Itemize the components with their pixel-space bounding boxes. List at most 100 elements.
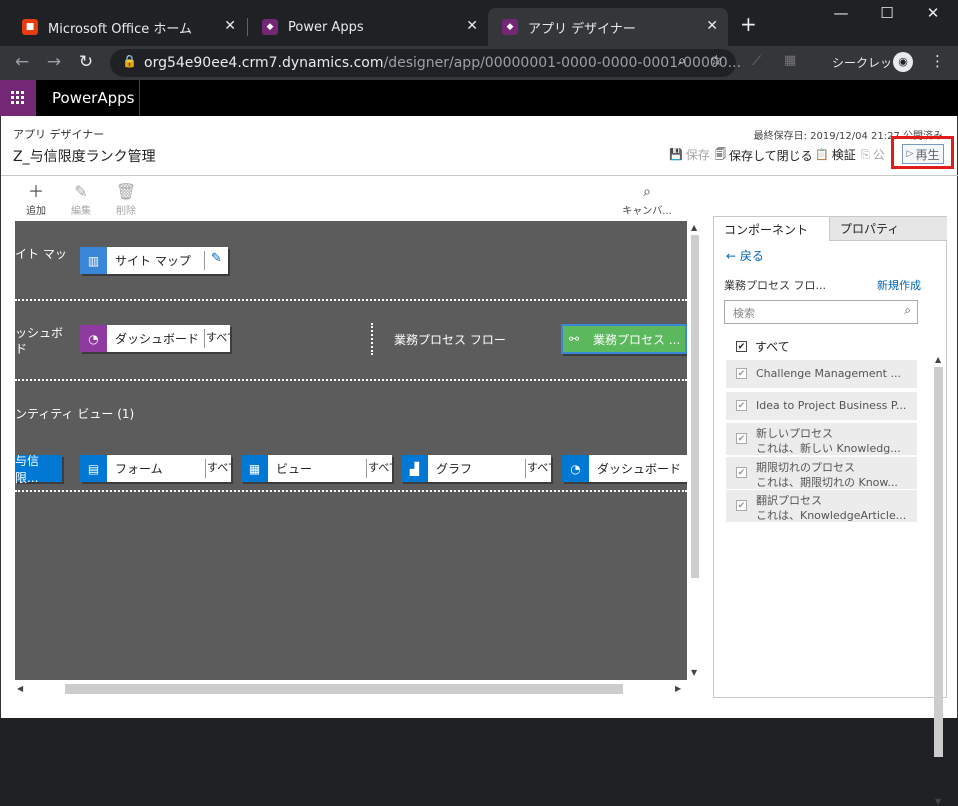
- scroll-left-icon[interactable]: ◀: [17, 684, 23, 693]
- browser-tab-office[interactable]: ■ Microsoft Office ホーム ✕: [8, 8, 246, 46]
- list-item[interactable]: ✔ Idea to Project Business P...: [726, 392, 917, 420]
- zoom-search-icon[interactable]: ⌕: [678, 53, 686, 69]
- form-all-label[interactable]: すべて: [205, 459, 231, 478]
- minimize-icon[interactable]: —: [818, 4, 864, 22]
- dashboard-tile-2-label: ダッシュボード: [597, 462, 682, 476]
- scrollbar-thumb[interactable]: [934, 367, 943, 757]
- edit-label: 編集: [71, 206, 91, 217]
- tab-label: Power Apps: [288, 19, 364, 35]
- menu-dots-icon[interactable]: ⋮: [930, 52, 945, 70]
- form-tile[interactable]: ▤ フォーム すべて: [80, 455, 231, 482]
- highlight-box: [891, 136, 954, 169]
- new-link[interactable]: 新規作成: [877, 277, 921, 293]
- list-item[interactable]: ✔ 期限切れのプロセス これは、期限切れの Know...: [726, 457, 917, 489]
- dashboard-row-label: ッシュボ: [15, 326, 64, 340]
- bookmark-star-icon[interactable]: ☆: [710, 53, 723, 69]
- designer-canvas[interactable]: イト マッ ▥ サイト マップ ✎ ッシュボ ド ◔ ダッシュボード すべて 業…: [15, 221, 687, 680]
- view-tile-label: ビュー: [276, 462, 313, 476]
- maximize-icon[interactable]: ☐: [864, 4, 910, 22]
- browser-tab-app-designer[interactable]: ◆ アプリ デザイナー ✕: [488, 8, 728, 46]
- header-divider-line: [1, 175, 958, 176]
- scroll-down-icon[interactable]: ▼: [935, 797, 941, 806]
- publish-button[interactable]: ⎘ 公: [861, 146, 885, 163]
- powerapps-icon: ◆: [262, 19, 278, 35]
- canvas-vertical-scrollbar[interactable]: ▲ ▼: [689, 221, 701, 680]
- new-tab-icon[interactable]: +: [740, 12, 757, 36]
- canvas-horizontal-scrollbar[interactable]: ◀ ▶: [15, 680, 687, 696]
- scroll-right-icon[interactable]: ▶: [675, 684, 681, 693]
- forward-arrow-icon[interactable]: →: [42, 52, 66, 72]
- bpf-tile[interactable]: ⚯ 業務プロセス ...: [561, 324, 687, 354]
- search-input[interactable]: 検索 ⌕: [724, 300, 918, 324]
- scrollbar-thumb[interactable]: [691, 235, 699, 578]
- checkbox-checked-icon: ✔: [736, 433, 747, 444]
- url-path: /designer/app/00000001-0000-0000-0001-00…: [383, 55, 742, 71]
- reload-icon[interactable]: ↻: [74, 52, 98, 72]
- canvas-label: キャンバ...: [622, 206, 672, 217]
- select-all-label: すべて: [755, 340, 790, 354]
- close-icon[interactable]: ✕: [706, 18, 718, 34]
- grid-icon: ▦: [241, 455, 268, 482]
- scrollbar-thumb[interactable]: [65, 684, 623, 694]
- view-tile[interactable]: ▦ ビュー すべて: [241, 455, 392, 482]
- view-all-label[interactable]: すべて: [366, 459, 392, 478]
- dashboard-row-label-2: ド: [15, 342, 28, 356]
- validate-button[interactable]: 📋 検証: [815, 146, 856, 163]
- extension-grid-icon[interactable]: ▦: [784, 53, 796, 68]
- save-button[interactable]: 💾 保存: [669, 146, 710, 163]
- window-close-icon[interactable]: ✕: [910, 4, 956, 22]
- incognito-icon[interactable]: ◉: [893, 52, 913, 72]
- page-title: Z_与信限度ランク管理: [13, 149, 156, 165]
- tab-properties[interactable]: プロパティ: [830, 217, 947, 241]
- entity-tile[interactable]: 与信限...: [15, 454, 62, 485]
- chart-tile-label: グラフ: [436, 462, 473, 476]
- select-all-checkbox[interactable]: ✔ すべて: [736, 338, 790, 355]
- sitemap-row-label: イト マッ: [15, 247, 67, 261]
- app-designer: アプリ デザイナー Z_与信限度ランク管理 最終保存日: 2019/12/04 …: [0, 116, 958, 806]
- waffle-icon: [11, 91, 24, 104]
- tab-label: アプリ デザイナー: [528, 21, 636, 37]
- back-link[interactable]: ← 戻る: [726, 247, 764, 264]
- entity-row-label: ンティティ ビュー (1): [15, 407, 135, 421]
- scroll-down-icon[interactable]: ▼: [691, 668, 697, 677]
- chart-tile[interactable]: ▟ グラフ すべて: [401, 455, 551, 482]
- list-item-title: 期限切れのプロセス: [756, 461, 855, 474]
- powerapps-icon: ◆: [502, 19, 518, 35]
- address-bar[interactable]: 🔒 org54e90ee4.crm7.dynamics.com/designer…: [110, 49, 741, 77]
- list-item-title: 新しいプロセス: [756, 427, 833, 440]
- list-item[interactable]: ✔ Challenge Management ...: [726, 360, 917, 388]
- search-icon[interactable]: ⌕: [904, 303, 911, 318]
- plus-icon: ＋: [27, 182, 44, 201]
- sitemap-tile[interactable]: ▥ サイト マップ ✎: [80, 247, 228, 274]
- url-host: org54e90ee4.crm7.dynamics.com: [144, 55, 384, 71]
- tab-components[interactable]: コンポーネント: [714, 217, 830, 241]
- dashboard-tile[interactable]: ◔ ダッシュボード すべて: [80, 325, 230, 352]
- delete-button[interactable]: 🗑 削除: [104, 182, 148, 217]
- browser-tab-bar: ■ Microsoft Office ホーム ✕ ◆ Power Apps ✕ …: [0, 0, 958, 46]
- dashboard-all-label[interactable]: すべて: [204, 329, 230, 348]
- save-close-button[interactable]: 🗐 保存して閉じる: [715, 146, 813, 165]
- row-divider: [15, 299, 687, 301]
- list-item[interactable]: ✔ 翻訳プロセス これは、KnowledgeArticle...: [726, 490, 917, 522]
- close-icon[interactable]: ✕: [466, 18, 478, 34]
- scroll-up-icon[interactable]: ▲: [691, 223, 697, 232]
- pencil-icon[interactable]: ✎: [204, 251, 228, 270]
- sitemap-tile-label: サイト マップ: [115, 254, 191, 268]
- chart-all-label[interactable]: すべて: [525, 459, 551, 478]
- list-item[interactable]: ✔ 新しいプロセス これは、新しい Knowledg...: [726, 423, 917, 455]
- panel-scrollbar[interactable]: ▲ ▼: [932, 355, 944, 806]
- list-item-desc: これは、期限切れの Know...: [756, 476, 898, 489]
- browser-tab-powerapps[interactable]: ◆ Power Apps ✕: [248, 8, 488, 46]
- close-icon[interactable]: ✕: [224, 18, 236, 34]
- clipboard-icon: 📋: [815, 148, 829, 161]
- browser-toolbar: ← → ↻ 🔒 org54e90ee4.crm7.dynamics.com/de…: [0, 46, 958, 80]
- edit-button[interactable]: ✎ 編集: [59, 182, 103, 217]
- extension-icon[interactable]: ⟋: [752, 54, 761, 69]
- add-button[interactable]: ＋ 追加: [14, 182, 58, 217]
- scroll-up-icon[interactable]: ▲: [935, 355, 941, 364]
- back-arrow-icon[interactable]: ←: [10, 52, 34, 72]
- canvas-search-button[interactable]: ⌕ キャンバ...: [617, 182, 677, 217]
- dashboard-tile-2[interactable]: ◔ ダッシュボード: [562, 455, 687, 482]
- app-launcher[interactable]: [0, 80, 36, 116]
- tab-label: Microsoft Office ホーム: [48, 21, 192, 37]
